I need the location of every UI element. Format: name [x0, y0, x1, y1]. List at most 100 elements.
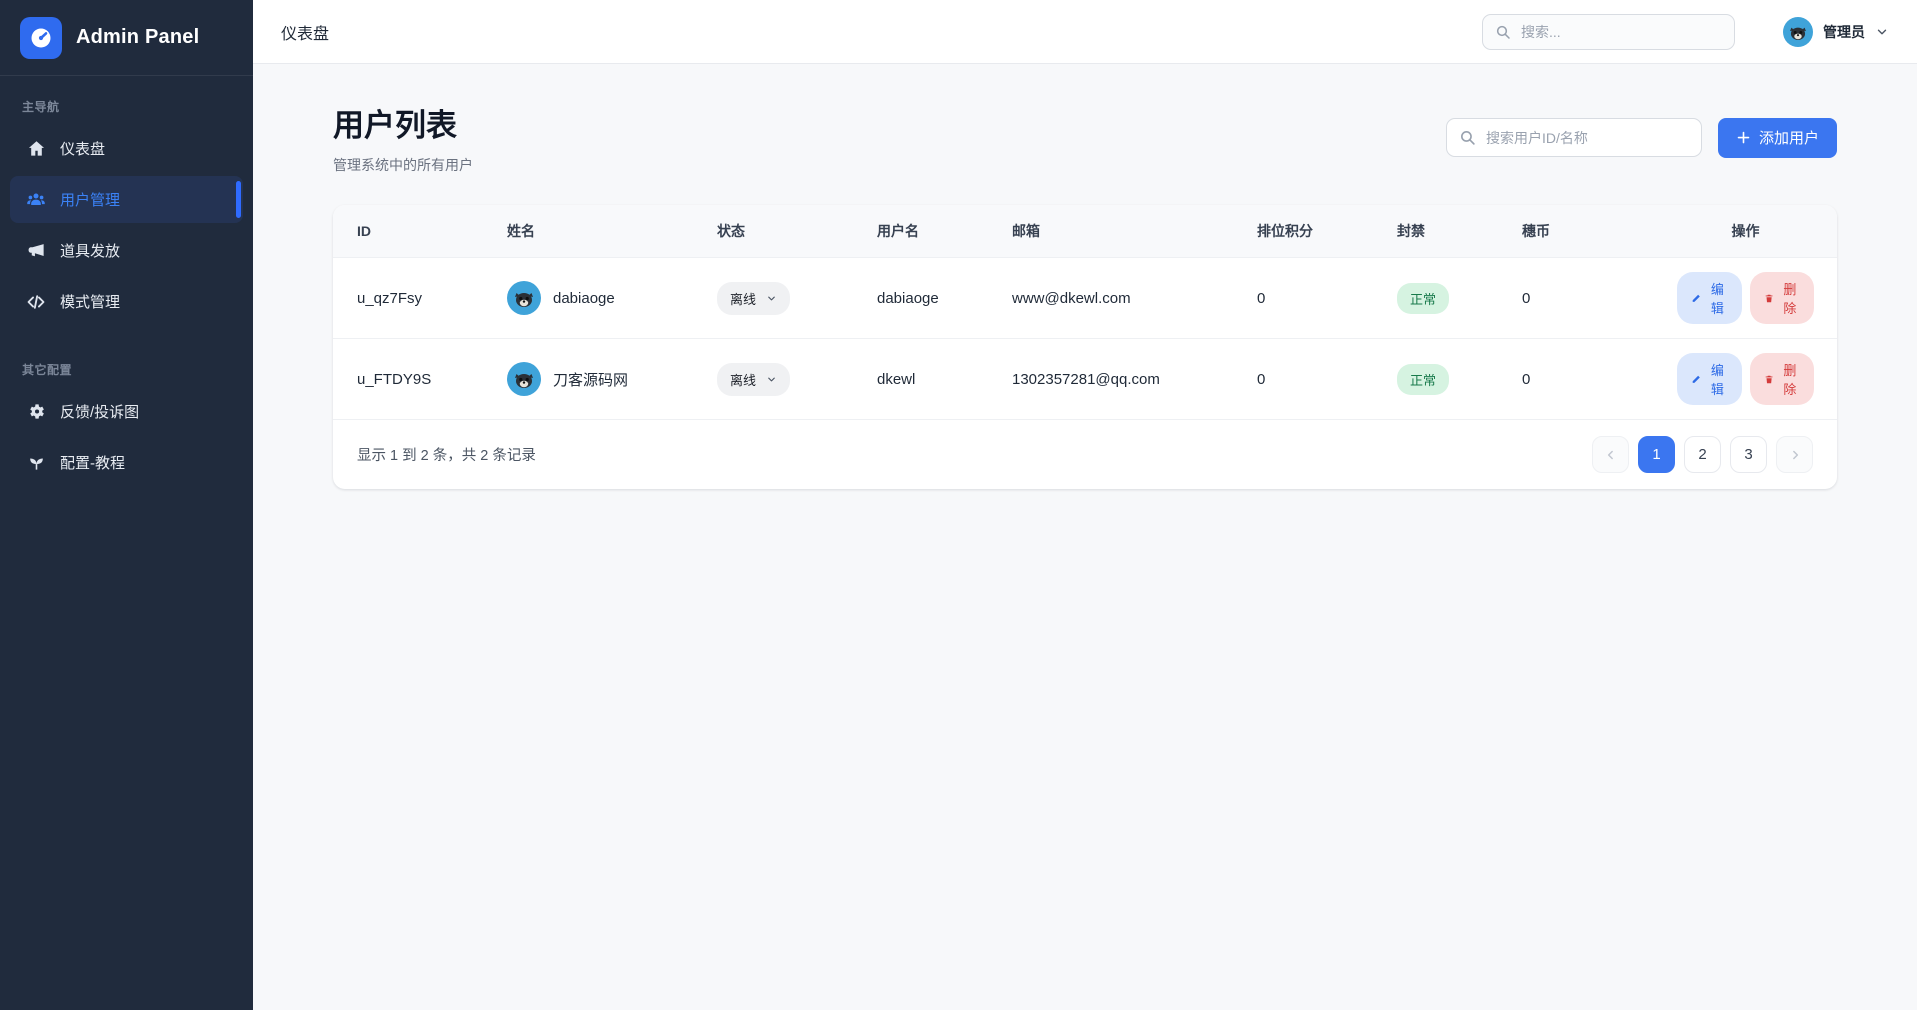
- cell-name: dabiaoge: [553, 290, 615, 307]
- prev-page-button[interactable]: [1592, 436, 1629, 473]
- status-value: 离线: [730, 370, 756, 389]
- megaphone-icon: [26, 241, 46, 261]
- cell-points: 0: [1233, 258, 1373, 339]
- col-actions: 操作: [1653, 205, 1837, 258]
- pagination: 1 2 3: [1592, 436, 1813, 473]
- cell-username: dabiaoge: [853, 258, 988, 339]
- cell-coins: 0: [1498, 339, 1653, 420]
- chevron-down-icon: [766, 293, 777, 304]
- sidebar-item-modes[interactable]: 模式管理: [10, 278, 243, 325]
- delete-button[interactable]: 删除: [1750, 353, 1815, 405]
- users-icon: [26, 190, 46, 210]
- col-email: 邮箱: [988, 205, 1233, 258]
- sidebar-item-label: 道具发放: [60, 240, 120, 261]
- main-content: 用户列表 管理系统中的所有用户 添加用户: [253, 0, 1917, 489]
- col-points: 排位积分: [1233, 205, 1373, 258]
- cell-id: u_FTDY9S: [333, 339, 483, 420]
- next-page-button[interactable]: [1776, 436, 1813, 473]
- page-button-2[interactable]: 2: [1684, 436, 1721, 473]
- sidebar-item-feedback[interactable]: 反馈/投诉图: [10, 388, 243, 435]
- status-select[interactable]: 离线: [717, 363, 790, 396]
- app-logo: Admin Panel: [0, 0, 253, 76]
- users-table-card: ID 姓名 状态 用户名 邮箱 排位积分 封禁 穗币 操作 u_qz7Fsy: [333, 205, 1837, 489]
- cell-email: www@dkewl.com: [988, 258, 1233, 339]
- gauge-logo-icon: [20, 17, 62, 59]
- add-user-button[interactable]: 添加用户: [1718, 118, 1837, 158]
- avatar: [1783, 17, 1813, 47]
- edit-label: 编辑: [1707, 360, 1727, 398]
- sidebar-item-tutorial[interactable]: 配置-教程: [10, 439, 243, 486]
- table-row: u_FTDY9S: [333, 339, 1837, 420]
- page-title: 用户列表: [333, 100, 473, 145]
- sidebar-item-items[interactable]: 道具发放: [10, 227, 243, 274]
- sidebar-item-label: 用户管理: [60, 189, 120, 210]
- seedling-icon: [26, 453, 46, 473]
- cell-name: 刀客源码网: [553, 369, 628, 390]
- records-summary: 显示 1 到 2 条，共 2 条记录: [357, 444, 536, 465]
- user-search: [1446, 118, 1702, 157]
- breadcrumb-title: 仪表盘: [281, 20, 329, 44]
- sidebar-item-users[interactable]: 用户管理: [10, 176, 243, 223]
- avatar: [507, 281, 541, 315]
- nav-section-label: 主导航: [22, 98, 231, 115]
- trash-icon: [1764, 373, 1774, 386]
- sidebar-item-label: 仪表盘: [60, 138, 105, 159]
- code-icon: [26, 292, 46, 312]
- col-username: 用户名: [853, 205, 988, 258]
- page-button-1[interactable]: 1: [1638, 436, 1675, 473]
- search-icon: [1495, 24, 1511, 40]
- status-badge: 正常: [1397, 283, 1449, 314]
- status-select[interactable]: 离线: [717, 282, 790, 315]
- edit-button[interactable]: 编辑: [1677, 353, 1742, 405]
- edit-button[interactable]: 编辑: [1677, 272, 1742, 324]
- cell-points: 0: [1233, 339, 1373, 420]
- cell-coins: 0: [1498, 258, 1653, 339]
- col-status: 状态: [693, 205, 853, 258]
- sidebar-item-label: 反馈/投诉图: [60, 401, 139, 422]
- user-search-input[interactable]: [1486, 130, 1689, 146]
- global-search-input[interactable]: [1521, 24, 1722, 40]
- config-section-label: 其它配置: [22, 361, 231, 378]
- user-menu[interactable]: 管理员: [1783, 17, 1889, 47]
- sidebar-item-dashboard[interactable]: 仪表盘: [10, 125, 243, 172]
- pencil-icon: [1691, 373, 1701, 386]
- sidebar-item-label: 模式管理: [60, 291, 120, 312]
- plus-icon: [1736, 130, 1751, 145]
- delete-button[interactable]: 删除: [1750, 272, 1815, 324]
- cell-email: 1302357281@qq.com: [988, 339, 1233, 420]
- chevron-left-icon: [1604, 448, 1618, 462]
- search-icon: [1459, 129, 1476, 146]
- users-table: ID 姓名 状态 用户名 邮箱 排位积分 封禁 穗币 操作 u_qz7Fsy: [333, 205, 1837, 419]
- pencil-icon: [1691, 292, 1701, 305]
- avatar: [507, 362, 541, 396]
- global-search: [1482, 14, 1735, 50]
- trash-icon: [1764, 292, 1774, 305]
- col-id: ID: [333, 205, 483, 258]
- app-title: Admin Panel: [76, 26, 199, 49]
- gear-icon: [26, 402, 46, 422]
- col-name: 姓名: [483, 205, 693, 258]
- col-coins: 穗币: [1498, 205, 1653, 258]
- delete-label: 删除: [1780, 279, 1800, 317]
- table-footer: 显示 1 到 2 条，共 2 条记录 1 2 3: [333, 419, 1837, 489]
- page-button-3[interactable]: 3: [1730, 436, 1767, 473]
- table-row: u_qz7Fsy: [333, 258, 1837, 339]
- user-name: 管理员: [1823, 22, 1865, 42]
- add-user-label: 添加用户: [1759, 127, 1819, 148]
- sidebar: Admin Panel 主导航 仪表盘 用户管理 道具发放: [0, 0, 253, 1010]
- table-header-row: ID 姓名 状态 用户名 邮箱 排位积分 封禁 穗币 操作: [333, 205, 1837, 258]
- home-icon: [26, 139, 46, 159]
- cell-id: u_qz7Fsy: [333, 258, 483, 339]
- cell-username: dkewl: [853, 339, 988, 420]
- delete-label: 删除: [1780, 360, 1800, 398]
- page-subtitle: 管理系统中的所有用户: [333, 155, 473, 175]
- edit-label: 编辑: [1707, 279, 1727, 317]
- chevron-down-icon: [766, 374, 777, 385]
- status-value: 离线: [730, 289, 756, 308]
- top-header: 仪表盘 管理员: [253, 0, 1917, 64]
- chevron-right-icon: [1788, 448, 1802, 462]
- sidebar-item-label: 配置-教程: [60, 452, 125, 473]
- status-badge: 正常: [1397, 364, 1449, 395]
- col-ban: 封禁: [1373, 205, 1498, 258]
- chevron-down-icon: [1875, 25, 1889, 39]
